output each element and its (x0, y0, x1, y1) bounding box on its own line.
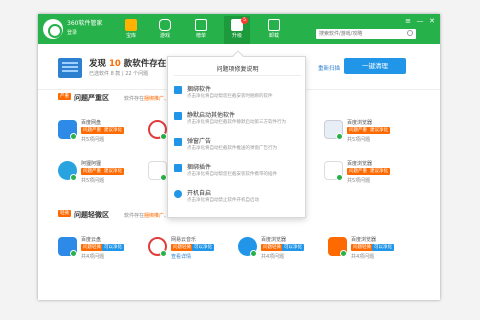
mild-section-title: 问题轻微区 (74, 211, 109, 219)
popup-item-bundled-plugins: 捆绑插件 点击净化将自动帮您拦截安装软件携带的插件 (174, 161, 302, 187)
uninstall-icon (268, 19, 280, 31)
divider (174, 75, 301, 76)
minimize-button[interactable]: — (416, 17, 424, 25)
app-logo-icon (43, 19, 63, 39)
app-window: 360软件管家 登录 宝库 游戏 榜单 升级 5 卸载 搜索软件/游戏/攻略 ≡… (38, 14, 440, 300)
check-icon[interactable] (70, 174, 77, 181)
one-click-clean-button[interactable]: 一键清理 (344, 58, 406, 74)
desktop-background: 360软件管家 登录 宝库 游戏 榜单 升级 5 卸载 搜索软件/游戏/攻略 ≡… (0, 0, 480, 320)
nav-tab-uninstall[interactable]: 卸载 (261, 16, 287, 44)
severe-tag: 严重 (58, 93, 71, 100)
nav-tab-treasury[interactable]: 宝库 (118, 16, 144, 44)
repair-explanation-popup: 问题项修复说明 捆绑软件 点击净化将自动帮您拦截安装时捆绑的软件 静默启动其他软… (167, 50, 306, 218)
check-icon[interactable] (336, 133, 343, 140)
nav-tab-rankings[interactable]: 榜单 (188, 16, 214, 44)
popup-item-autostart: 开机自启 点击净化将自动禁止软件开机自启动 (174, 187, 302, 213)
nav-tab-upgrade[interactable]: 升级 5 (224, 16, 250, 44)
mild-tag: 轻微 (58, 210, 71, 217)
close-button[interactable]: ✕ (428, 17, 436, 25)
search-icon[interactable] (407, 30, 413, 36)
popup-item-popup-ads: 弹窗广告 点击净化将自动拦截软件推送的弹窗广告行为 (174, 135, 302, 161)
popup-title: 问题项修复说明 (216, 66, 259, 73)
check-icon[interactable] (340, 250, 347, 257)
gamepad-icon (159, 19, 171, 31)
list-item[interactable]: 百度浏览器 问题轻微 可以净化 共4项问题 (238, 235, 310, 271)
popup-ad-icon (174, 138, 182, 146)
list-item[interactable]: 百度云盘 问题轻微 可以净化 共4项问题 (58, 235, 130, 271)
plugin-icon (174, 164, 182, 172)
treasury-icon (125, 19, 137, 31)
nav-tab-games[interactable]: 游戏 (152, 16, 178, 44)
ranking-list-icon (195, 19, 207, 31)
bundle-software-icon (174, 86, 182, 94)
check-icon[interactable] (70, 133, 77, 140)
upgrade-count-badge: 5 (241, 17, 248, 24)
list-item[interactable]: 百度浏览器 问题严重 建议净化 共5项问题 (324, 159, 396, 195)
list-item[interactable]: 阿狸阿狸 问题严重 建议净化 共5项问题 (58, 159, 130, 195)
check-icon[interactable] (160, 133, 167, 140)
check-icon[interactable] (160, 250, 167, 257)
silent-launch-icon (174, 112, 182, 120)
menu-icon[interactable]: ≡ (404, 17, 412, 25)
popup-item-bundled-software: 捆绑软件 点击净化将自动帮您拦截安装时捆绑的软件 (174, 83, 302, 109)
power-icon (174, 190, 182, 198)
login-link[interactable]: 登录 (67, 29, 77, 36)
search-input[interactable] (316, 29, 416, 39)
app-title: 360软件管家 (67, 20, 103, 27)
severe-section-desc: 软件存在捆绑推广、 (124, 96, 170, 102)
severe-section-title: 问题严重区 (74, 94, 109, 102)
list-item[interactable]: 百度浏览器 问题轻微 可以净化 共4项问题 (328, 235, 400, 271)
summary-detail: 已选软件 8 款 | 22 个问题 (89, 71, 149, 77)
list-item[interactable]: 百度网盘 问题严重 建议净化 共5项问题 (58, 118, 130, 154)
rescan-link[interactable]: 重新扫描 (318, 64, 340, 72)
view-details-link[interactable]: 查看详情 (171, 253, 191, 260)
list-item[interactable]: 网易云音乐 问题轻微 可以净化 查看详情 (148, 235, 220, 271)
list-item[interactable]: 百度浏览器 问题严重 建议净化 共5项问题 (324, 118, 396, 154)
check-icon[interactable] (250, 250, 257, 257)
check-icon[interactable] (160, 174, 167, 181)
check-icon[interactable] (70, 250, 77, 257)
popup-item-silent-launch: 静默启动其他软件 点击净化将自动拦截软件静默启动第三方软件行为 (174, 109, 302, 135)
check-icon[interactable] (336, 174, 343, 181)
scan-monitor-icon (58, 58, 82, 78)
title-bar: 360软件管家 登录 宝库 游戏 榜单 升级 5 卸载 搜索软件/游戏/攻略 ≡… (38, 14, 440, 44)
